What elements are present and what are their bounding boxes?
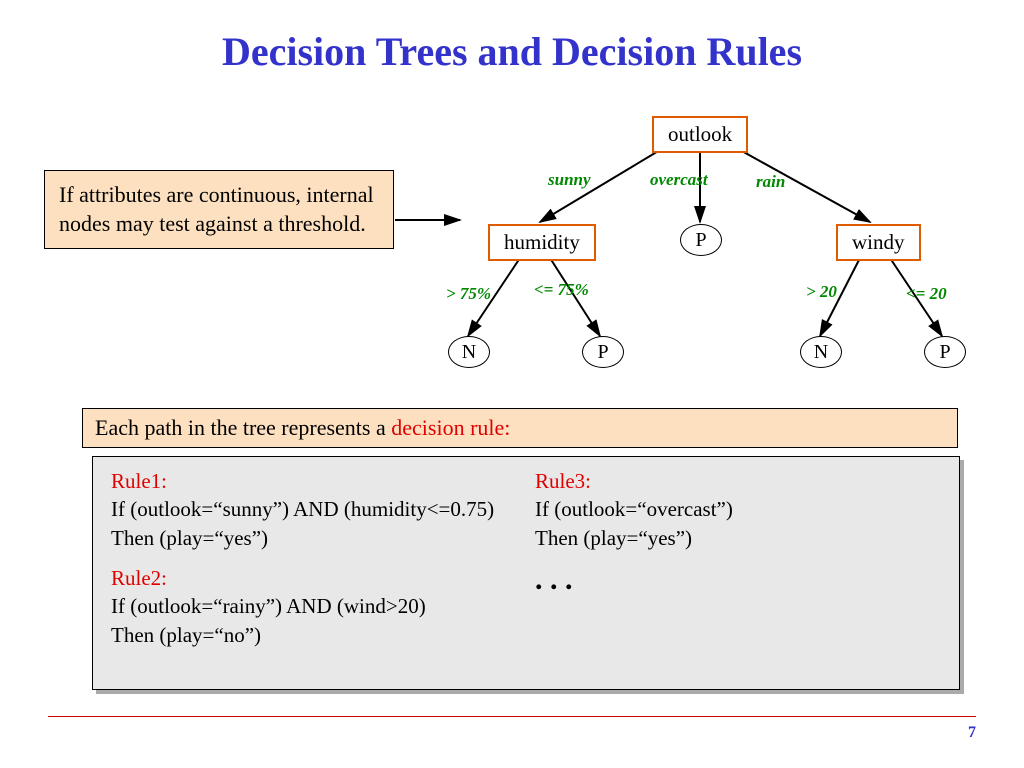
rule-2-then: Then (play=“no”) (111, 621, 517, 649)
node-windy: windy (836, 224, 921, 261)
edge-h-le: <= 75% (534, 280, 589, 300)
node-outlook: outlook (652, 116, 748, 153)
caption-prefix: Each path in the tree represents a (95, 415, 391, 440)
rules-ellipsis: . . . (535, 560, 941, 601)
slide: Decision Trees and Decision Rules If att… (0, 0, 1024, 768)
edge-overcast: overcast (650, 170, 708, 190)
leaf-humid-le: P (582, 336, 624, 368)
rule-3-then: Then (play=“yes”) (535, 524, 941, 552)
edge-w-le: <= 20 (906, 284, 947, 304)
rule-1-then: Then (play=“yes”) (111, 524, 517, 552)
rule-1: Rule1: If (outlook=“sunny”) AND (humidit… (111, 467, 517, 649)
rules-panel: Rule1: If (outlook=“sunny”) AND (humidit… (92, 456, 960, 690)
node-humidity: humidity (488, 224, 596, 261)
edge-h-gt: > 75% (446, 284, 491, 304)
leaf-overcast: P (680, 224, 722, 256)
edge-sunny: sunny (548, 170, 591, 190)
leaf-wind-gt: N (800, 336, 842, 368)
footer-divider (48, 716, 976, 717)
rule-2-head: Rule2: (111, 564, 517, 592)
edge-w-gt: > 20 (806, 282, 837, 302)
rule-1-cond: If (outlook=“sunny”) AND (humidity<=0.75… (111, 495, 517, 523)
rule-2-cond: If (outlook=“rainy”) AND (wind>20) (111, 592, 517, 620)
rule-3: Rule3: If (outlook=“overcast”) Then (pla… (535, 467, 941, 649)
caption-highlight: decision rule: (391, 415, 510, 440)
page-number: 7 (968, 724, 976, 742)
caption-bar: Each path in the tree represents a decis… (82, 408, 958, 448)
rule-1-head: Rule1: (111, 467, 517, 495)
rule-3-cond: If (outlook=“overcast”) (535, 495, 941, 523)
edge-rain: rain (756, 172, 785, 192)
rule-3-head: Rule3: (535, 467, 941, 495)
leaf-wind-le: P (924, 336, 966, 368)
leaf-humid-gt: N (448, 336, 490, 368)
